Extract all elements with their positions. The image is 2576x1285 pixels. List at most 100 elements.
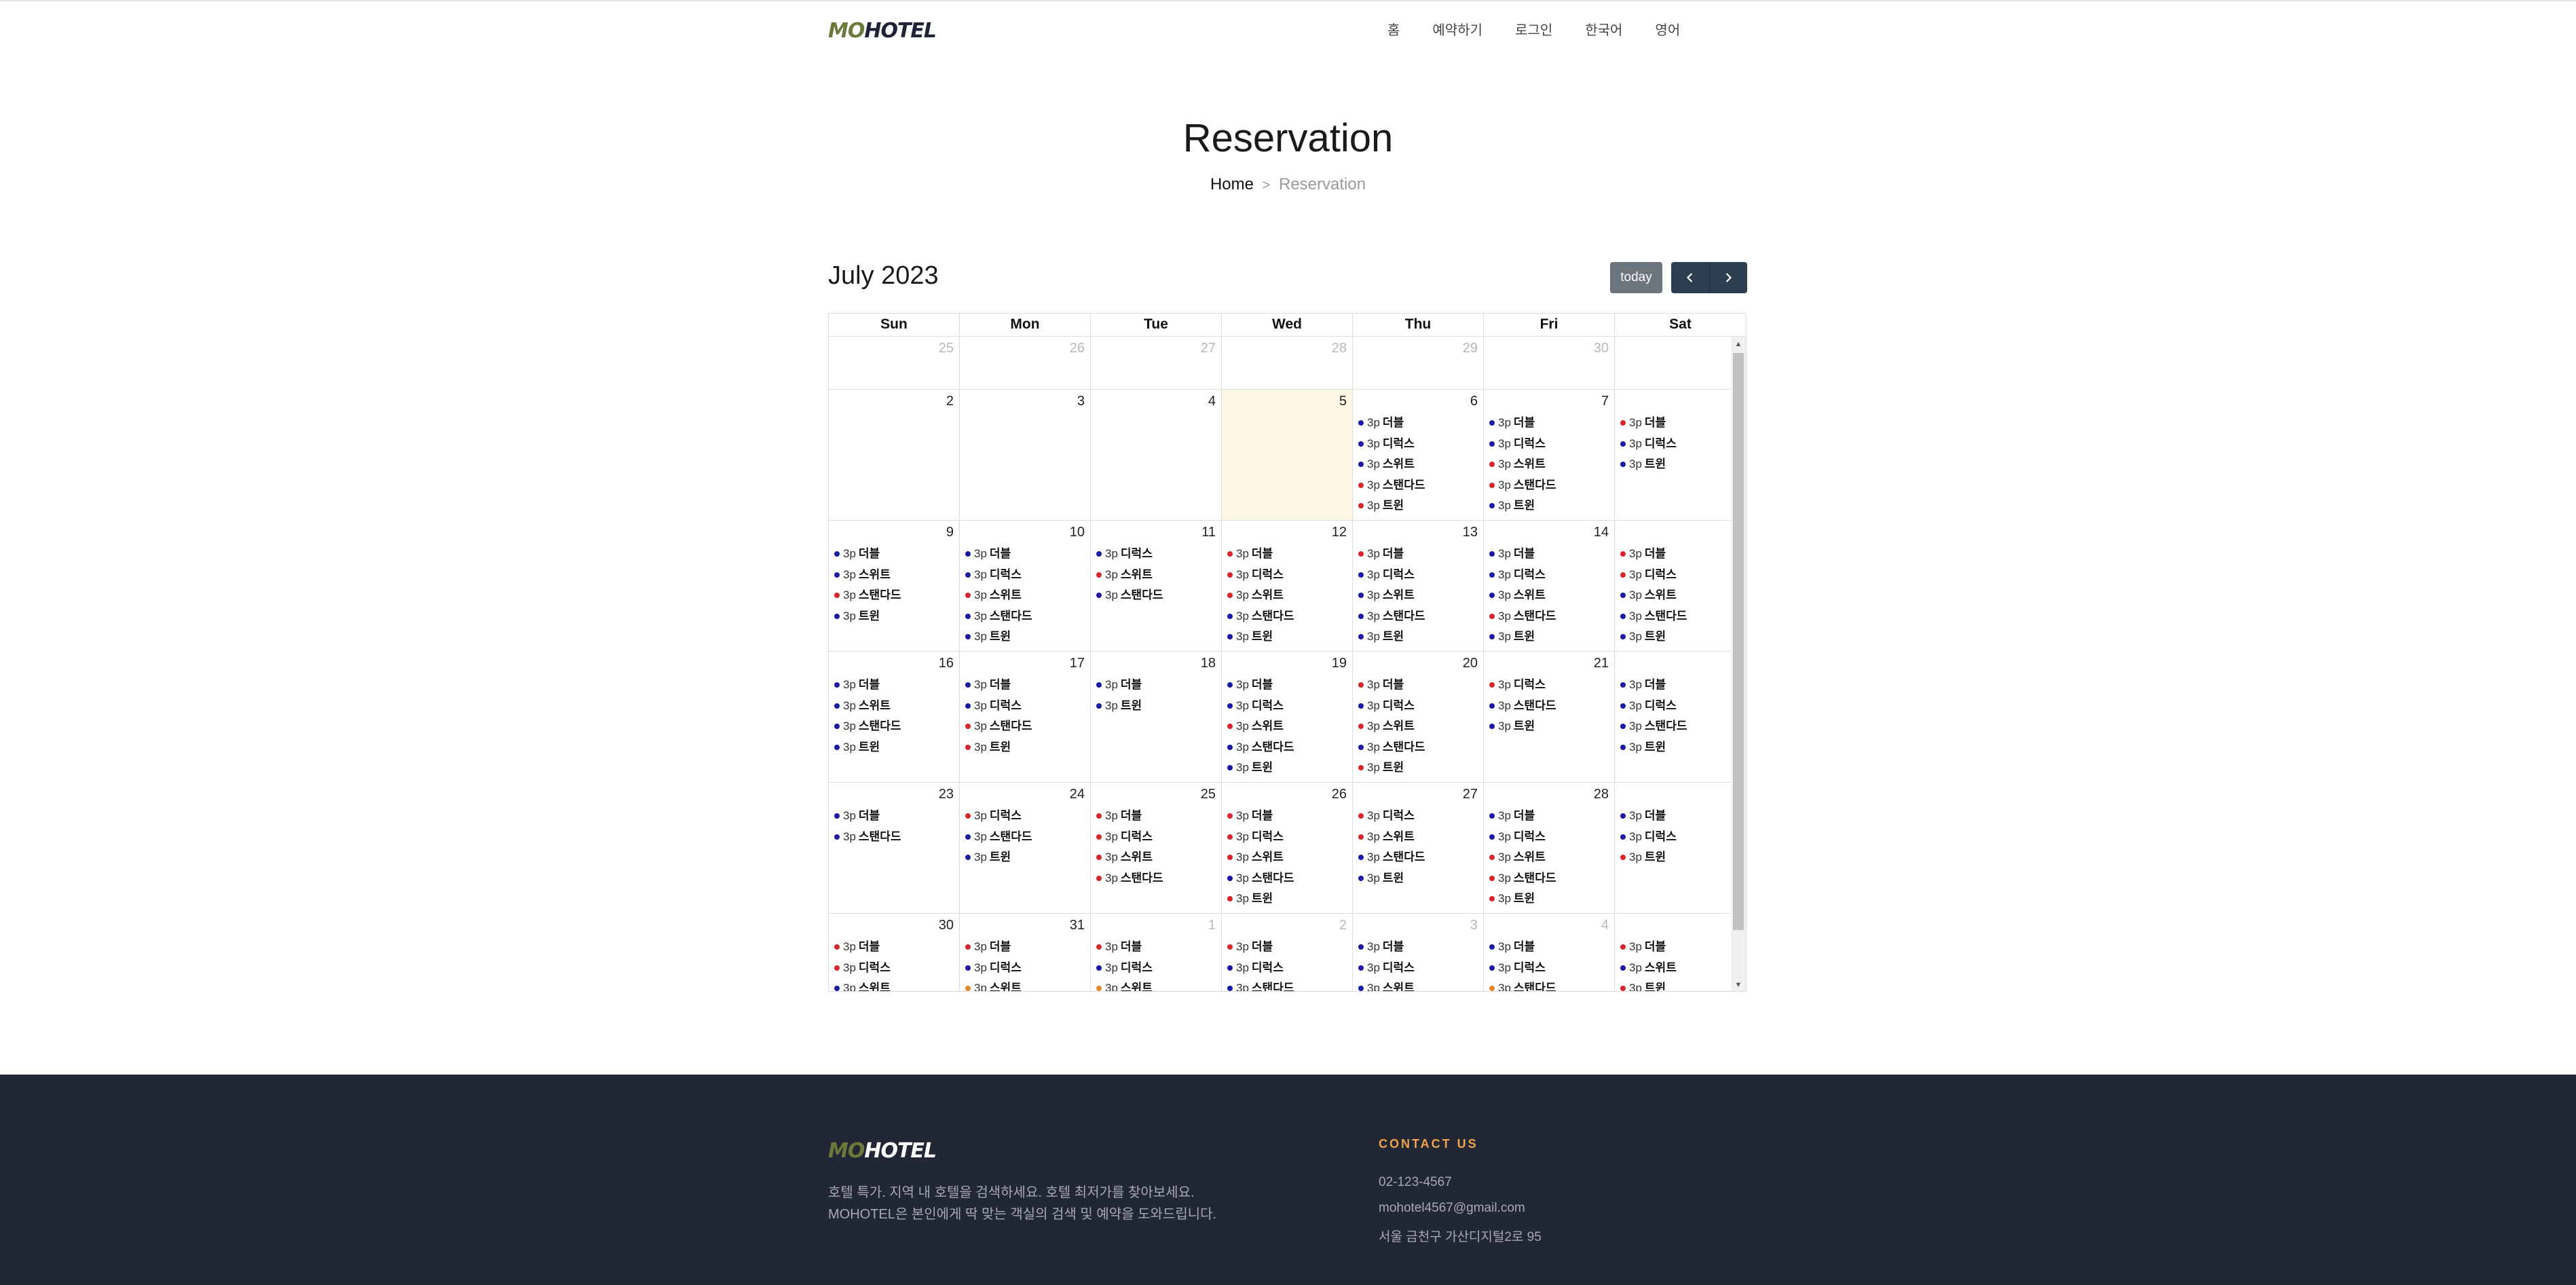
calendar-event[interactable]: 3p 더블 bbox=[1484, 806, 1614, 827]
calendar-event[interactable]: 3p 디럭스 bbox=[1091, 827, 1221, 848]
calendar-event[interactable]: 3p 디럭스 bbox=[1615, 434, 1732, 455]
calendar-event[interactable]: 3p 트윈 bbox=[1222, 627, 1352, 648]
calendar-day-cell[interactable]: 25 3p 더블 3p 디럭스 3p 스위트 3p 스탠다드 bbox=[1091, 783, 1222, 913]
calendar-event[interactable]: 3p 스탠다드 bbox=[1091, 585, 1221, 606]
calendar-day-cell[interactable]: 4 bbox=[1091, 390, 1222, 520]
calendar-day-cell[interactable]: 13 3p 더블 3p 디럭스 3p 스위트 3p 스탠다드 3p 트윈 bbox=[1353, 521, 1484, 651]
day-number[interactable]: 19 bbox=[1332, 656, 1347, 671]
calendar-day-cell[interactable]: 17 3p 더블 3p 디럭스 3p 스탠다드 3p 트윈 bbox=[960, 652, 1091, 782]
calendar-event[interactable]: 3p 트윈 bbox=[1484, 716, 1614, 737]
calendar-event[interactable]: 3p 디럭스 bbox=[1615, 827, 1732, 848]
calendar-day-cell[interactable]: 25 bbox=[829, 337, 960, 389]
day-number[interactable]: 4 bbox=[1601, 918, 1609, 933]
day-number[interactable]: 2 bbox=[1339, 918, 1347, 933]
calendar-event[interactable]: 3p 더블 bbox=[1222, 937, 1352, 958]
calendar-event[interactable]: 3p 트윈 bbox=[1615, 847, 1732, 868]
calendar-day-cell[interactable]: 2 3p 더블 3p 디럭스 3p 스탠다드 bbox=[1222, 914, 1353, 991]
nav-link-english[interactable]: 영어 bbox=[1639, 19, 1696, 39]
calendar-day-cell[interactable]: 31 3p 더블 3p 디럭스 3p 스위트 bbox=[960, 914, 1091, 991]
calendar-event[interactable]: 3p 스탠다드 bbox=[1222, 737, 1352, 758]
calendar-event[interactable]: 3p 스탠다드 bbox=[1353, 606, 1483, 627]
day-number[interactable]: 27 bbox=[1463, 787, 1478, 802]
calendar-event[interactable]: 3p 더블 bbox=[960, 544, 1090, 565]
calendar-event[interactable]: 3p 더블 bbox=[1615, 806, 1732, 827]
calendar-event[interactable]: 3p 스탠다드 bbox=[960, 827, 1090, 848]
day-number[interactable]: 20 bbox=[1463, 656, 1478, 671]
calendar-day-cell[interactable] bbox=[1615, 337, 1732, 389]
calendar-event[interactable]: 3p 스위트 bbox=[1484, 847, 1614, 868]
nav-link-home[interactable]: 홈 bbox=[1371, 19, 1416, 39]
calendar-day-cell[interactable]: 3 bbox=[960, 390, 1091, 520]
calendar-event[interactable]: 3p 트윈 bbox=[960, 847, 1090, 868]
day-number[interactable]: 16 bbox=[939, 656, 954, 671]
calendar-event[interactable]: 3p 트윈 bbox=[1615, 454, 1732, 475]
calendar-event[interactable]: 3p 디럭스 bbox=[1353, 434, 1483, 455]
calendar-event[interactable]: 3p 트윈 bbox=[1353, 496, 1483, 517]
calendar-event[interactable]: 3p 더블 bbox=[829, 675, 959, 696]
calendar-event[interactable]: 3p 디럭스 bbox=[1353, 806, 1483, 827]
calendar-event[interactable]: 3p 더블 bbox=[1353, 413, 1483, 434]
calendar-scrollbar[interactable]: ▲ ▼ bbox=[1731, 337, 1746, 991]
calendar-event[interactable]: 3p 스탠다드 bbox=[829, 585, 959, 606]
calendar-event[interactable]: 3p 디럭스 bbox=[1615, 565, 1732, 586]
calendar-day-cell[interactable]: 16 3p 더블 3p 스위트 3p 스탠다드 3p 트윈 bbox=[829, 652, 960, 782]
calendar-day-cell-today[interactable]: 5 bbox=[1222, 390, 1353, 520]
scroll-down-arrow-icon[interactable]: ▼ bbox=[1731, 977, 1746, 991]
calendar-day-cell[interactable]: 3p 더블 3p 디럭스 3p 트윈 bbox=[1615, 783, 1732, 913]
calendar-day-cell[interactable]: 9 3p 더블 3p 스위트 3p 스탠다드 3p 트윈 bbox=[829, 521, 960, 651]
calendar-event[interactable]: 3p 스위트 bbox=[1615, 958, 1732, 979]
calendar-event[interactable]: 3p 스위트 bbox=[1484, 454, 1614, 475]
calendar-event[interactable]: 3p 스위트 bbox=[1222, 585, 1352, 606]
calendar-event[interactable]: 3p 스위트 bbox=[829, 978, 959, 991]
day-number[interactable]: 12 bbox=[1332, 525, 1347, 540]
calendar-day-cell[interactable]: 3p 더블 3p 디럭스 3p 스탠다드 3p 트윈 bbox=[1615, 652, 1732, 782]
calendar-day-cell[interactable]: 20 3p 더블 3p 디럭스 3p 스위트 3p 스탠다드 3p 트윈 bbox=[1353, 652, 1484, 782]
calendar-event[interactable]: 3p 디럭스 bbox=[1222, 958, 1352, 979]
calendar-event[interactable]: 3p 더블 bbox=[829, 806, 959, 827]
calendar-event[interactable]: 3p 더블 bbox=[1222, 675, 1352, 696]
calendar-event[interactable]: 3p 스탠다드 bbox=[1484, 475, 1614, 496]
calendar-event[interactable]: 3p 스위트 bbox=[960, 585, 1090, 606]
calendar-event[interactable]: 3p 디럭스 bbox=[1484, 827, 1614, 848]
calendar-event[interactable]: 3p 디럭스 bbox=[1353, 696, 1483, 717]
contact-email[interactable]: mohotel4567@gmail.com bbox=[1379, 1201, 1525, 1216]
day-number[interactable]: 9 bbox=[946, 525, 954, 540]
calendar-event[interactable]: 3p 트윈 bbox=[1615, 978, 1732, 991]
calendar-event[interactable]: 3p 트윈 bbox=[829, 737, 959, 758]
day-number[interactable]: 26 bbox=[1070, 341, 1085, 356]
calendar-day-cell[interactable]: 28 3p 더블 3p 디럭스 3p 스위트 3p 스탠다드 3p 트윈 bbox=[1484, 783, 1615, 913]
calendar-event[interactable]: 3p 스위트 bbox=[829, 565, 959, 586]
calendar-day-cell[interactable]: 30 bbox=[1484, 337, 1615, 389]
calendar-event[interactable]: 3p 스탠다드 bbox=[1353, 475, 1483, 496]
calendar-event[interactable]: 3p 디럭스 bbox=[1353, 958, 1483, 979]
calendar-event[interactable]: 3p 더블 bbox=[829, 937, 959, 958]
calendar-event[interactable]: 3p 더블 bbox=[1091, 675, 1221, 696]
calendar-event[interactable]: 3p 스탠다드 bbox=[829, 716, 959, 737]
calendar-event[interactable]: 3p 디럭스 bbox=[1353, 565, 1483, 586]
calendar-weeks[interactable]: 25 26 27 28 29 30 2 3 4 5 6 3p 더블 3p 디럭스 3p 스위트 3p 스탠다드 3p 트… bbox=[829, 337, 1732, 991]
calendar-day-cell[interactable]: 4 3p 더블 3p 디럭스 3p 스탠다드 bbox=[1484, 914, 1615, 991]
calendar-event[interactable]: 3p 스위트 bbox=[1353, 978, 1483, 991]
calendar-day-cell[interactable]: 26 bbox=[960, 337, 1091, 389]
calendar-event[interactable]: 3p 스위트 bbox=[1222, 716, 1352, 737]
calendar-event[interactable]: 3p 스위트 bbox=[1353, 585, 1483, 606]
calendar-day-cell[interactable]: 1 3p 더블 3p 디럭스 3p 스위트 bbox=[1091, 914, 1222, 991]
calendar-event[interactable]: 3p 스탠다드 bbox=[960, 716, 1090, 737]
calendar-event[interactable]: 3p 스위트 bbox=[1222, 847, 1352, 868]
calendar-event[interactable]: 3p 트윈 bbox=[1484, 889, 1614, 910]
calendar-day-cell[interactable]: 3p 더블 3p 디럭스 3p 스위트 3p 스탠다드 3p 트윈 bbox=[1615, 521, 1732, 651]
calendar-event[interactable]: 3p 스위트 bbox=[1353, 454, 1483, 475]
calendar-day-cell[interactable]: 14 3p 더블 3p 디럭스 3p 스위트 3p 스탠다드 3p 트윈 bbox=[1484, 521, 1615, 651]
calendar-event[interactable]: 3p 스위트 bbox=[1353, 827, 1483, 848]
calendar-event[interactable]: 3p 디럭스 bbox=[960, 696, 1090, 717]
calendar-day-cell[interactable]: 26 3p 더블 3p 디럭스 3p 스위트 3p 스탠다드 3p 트윈 bbox=[1222, 783, 1353, 913]
calendar-event[interactable]: 3p 스탠다드 bbox=[1222, 868, 1352, 889]
scroll-up-arrow-icon[interactable]: ▲ bbox=[1731, 337, 1746, 352]
site-logo[interactable]: MOHOTEL bbox=[828, 19, 937, 43]
day-number[interactable]: 25 bbox=[1201, 787, 1216, 802]
day-number[interactable]: 24 bbox=[1070, 787, 1085, 802]
calendar-event[interactable]: 3p 더블 bbox=[1484, 413, 1614, 434]
calendar-event[interactable]: 3p 스탠다드 bbox=[1615, 716, 1732, 737]
calendar-event[interactable]: 3p 스탠다드 bbox=[1484, 868, 1614, 889]
day-number[interactable]: 6 bbox=[1470, 394, 1478, 409]
